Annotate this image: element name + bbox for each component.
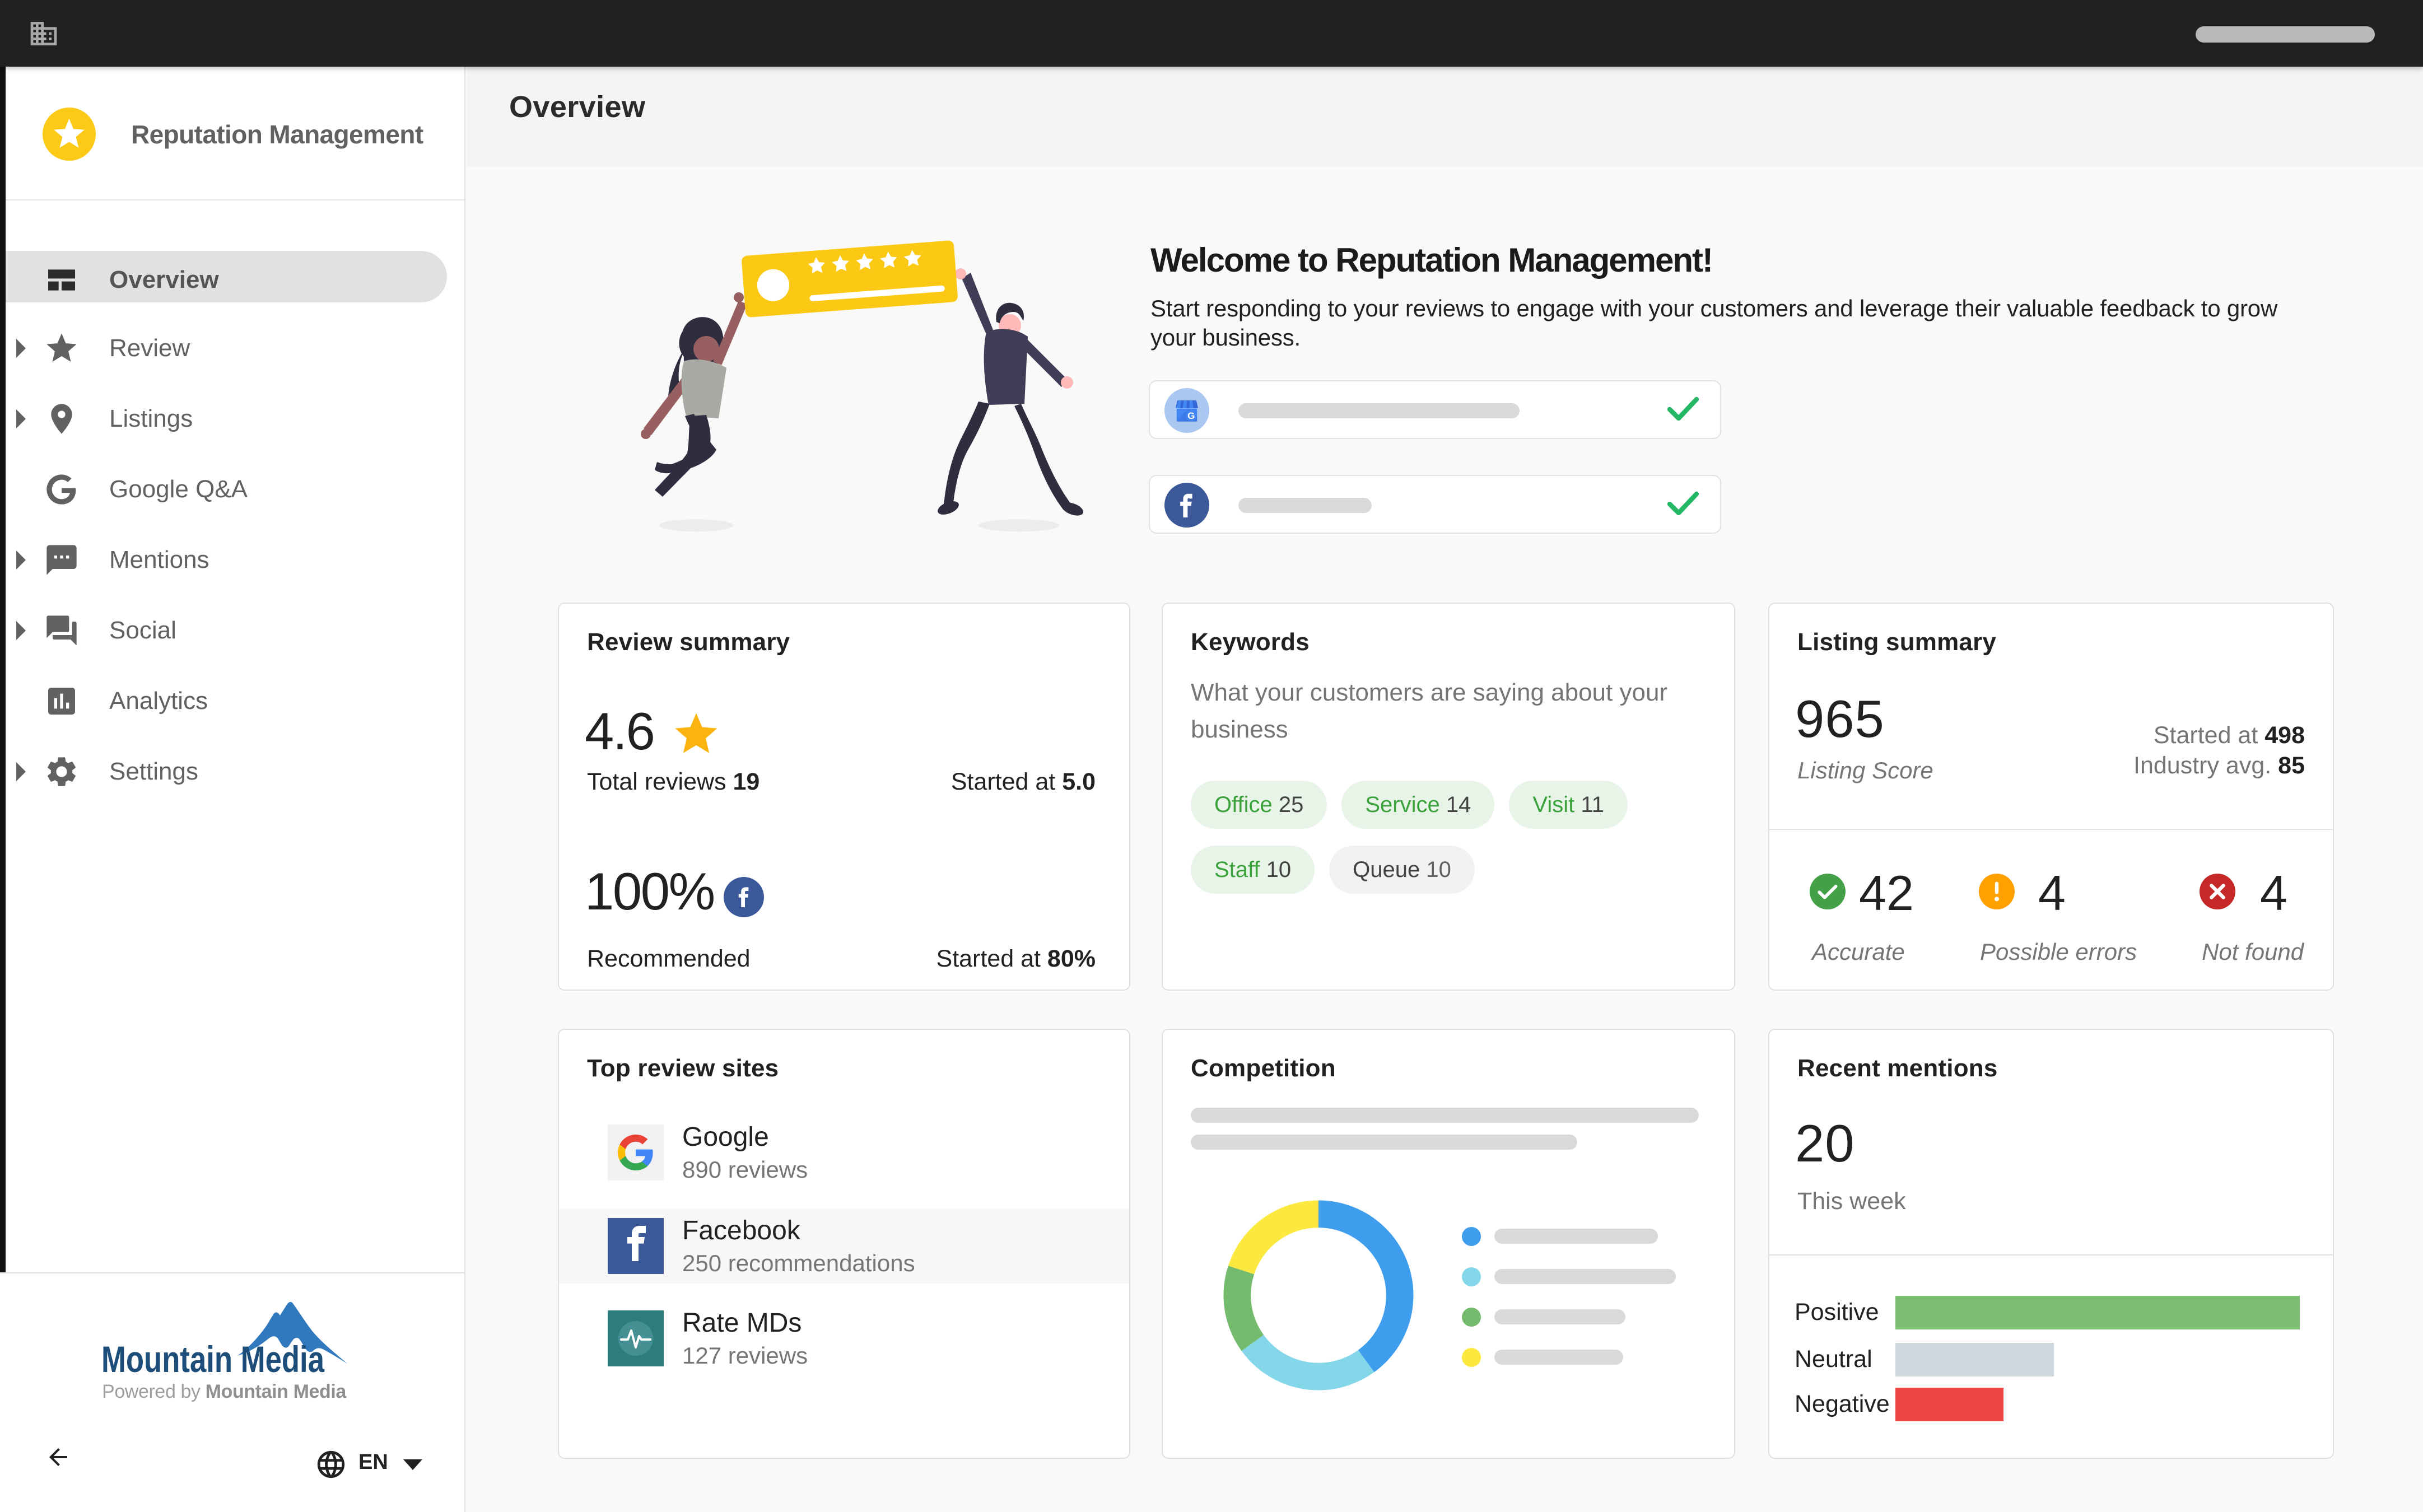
svg-text:G: G xyxy=(1187,410,1195,421)
svg-text:Mountain Media: Mountain Media xyxy=(101,1338,325,1380)
